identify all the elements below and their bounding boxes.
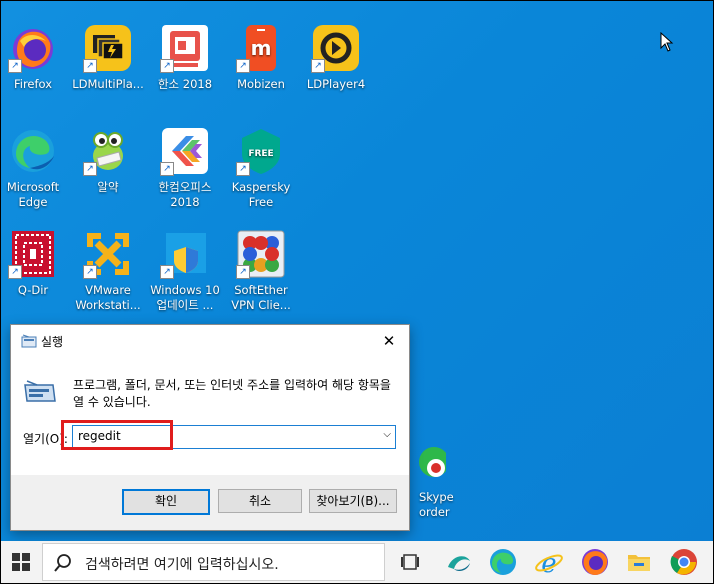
desktop-icon-mobizen[interactable]: m ↗ Mobizen bbox=[223, 23, 299, 92]
desktop-icon-label: SoftEther VPN Clie... bbox=[231, 283, 291, 312]
mobizen-icon: m ↗ bbox=[236, 23, 286, 73]
desktop-icon-label: Mobizen bbox=[237, 77, 285, 91]
desktop-icon-kaspersky[interactable]: FREE ↗ Kaspersky Free bbox=[223, 126, 299, 210]
desktop-icon-label: Firefox bbox=[13, 77, 53, 91]
desktop-icon-label: Kaspersky Free bbox=[231, 180, 291, 209]
hanshow-icon: ↗ bbox=[160, 23, 210, 73]
desktop-icon-alyac[interactable]: ↗ 알약 bbox=[70, 126, 146, 195]
mouse-cursor-icon bbox=[660, 31, 674, 56]
desktop-icon-softether[interactable]: ↗ SoftEther VPN Clie... bbox=[223, 229, 299, 313]
desktop-icon-label: LDMultiPla... bbox=[72, 77, 144, 91]
run-dialog: 실행 ✕ 프로그램, 폴더, 문서, 또는 인터넷 주소를 입력하여 해당 항목… bbox=[10, 324, 410, 531]
desktop-icon-label: Q-Dir bbox=[17, 283, 49, 297]
windows-logo-icon bbox=[12, 553, 30, 571]
softether-icon: ↗ bbox=[236, 229, 286, 279]
taskbar: 검색하려면 여기에 입력하십시오. e bbox=[1, 541, 713, 583]
ok-button[interactable]: 확인 bbox=[122, 489, 210, 515]
taskbar-edge-icon[interactable] bbox=[486, 545, 520, 579]
chevron-down-icon[interactable]: ⌵ bbox=[383, 429, 391, 440]
shortcut-arrow-icon: ↗ bbox=[160, 162, 174, 176]
hancom-office-icon: ↗ bbox=[160, 126, 210, 176]
kaspersky-badge-text: FREE bbox=[248, 149, 273, 159]
desktop-icon-label: Microsoft Edge bbox=[6, 180, 60, 209]
cancel-button[interactable]: 취소 bbox=[218, 489, 302, 513]
desktop-icon-ldmultiplayer[interactable]: ↗ LDMultiPla... bbox=[70, 23, 146, 92]
desktop-icon-label: 한소 2018 bbox=[157, 77, 213, 91]
desktop-icon-label: Windows 10 업데이트 ... bbox=[150, 283, 220, 312]
desktop-icon-hancom-office[interactable]: ↗ 한컴오피스 2018 bbox=[147, 126, 223, 210]
shortcut-arrow-icon: ↗ bbox=[8, 265, 22, 279]
desktop-icon-ldplayer4[interactable]: ↗ LDPlayer4 bbox=[298, 23, 374, 92]
desktop-icon-label: 알약 bbox=[97, 180, 119, 194]
shortcut-arrow-icon: ↗ bbox=[160, 265, 174, 279]
qdir-icon: ↗ bbox=[8, 229, 58, 279]
desktop-icon-label: LDPlayer4 bbox=[306, 77, 366, 91]
start-button[interactable] bbox=[1, 541, 41, 583]
alyac-icon: ↗ bbox=[83, 126, 133, 176]
dialog-description: 프로그램, 폴더, 문서, 또는 인터넷 주소를 입력하여 해당 항목을 열 수… bbox=[73, 378, 391, 409]
svg-text:e: e bbox=[541, 549, 556, 579]
desktop-icon-label: 한컴오피스 2018 bbox=[158, 180, 212, 209]
desktop-icon-firefox[interactable]: ↗ Firefox bbox=[1, 23, 71, 92]
search-placeholder: 검색하려면 여기에 입력하십시오. bbox=[85, 557, 279, 573]
shortcut-arrow-icon: ↗ bbox=[236, 265, 250, 279]
desktop-icon-label: VMware Workstati... bbox=[75, 283, 141, 312]
shortcut-arrow-icon: ↗ bbox=[83, 265, 97, 279]
taskbar-search-box[interactable]: 검색하려면 여기에 입력하십시오. bbox=[42, 543, 385, 581]
desktop-icon-vmware[interactable]: ↗ VMware Workstati... bbox=[70, 229, 146, 313]
search-icon bbox=[53, 553, 73, 577]
desktop-icon-qdir[interactable]: ↗ Q-Dir bbox=[1, 229, 71, 298]
browse-button[interactable]: 찾아보기(B)... bbox=[309, 489, 397, 513]
shortcut-arrow-icon: ↗ bbox=[83, 59, 97, 73]
shortcut-arrow-icon: ↗ bbox=[160, 59, 174, 73]
taskbar-chrome-icon[interactable] bbox=[667, 545, 701, 579]
screen: ↗ Firefox ↗ LDMultiPla... ↗ 한소 2018 m ↗ … bbox=[0, 0, 714, 584]
desktop-icon-edge[interactable]: Microsoft Edge bbox=[1, 126, 71, 210]
kaspersky-icon: FREE ↗ bbox=[236, 126, 286, 176]
shortcut-arrow-icon: ↗ bbox=[8, 59, 22, 73]
task-view-icon[interactable] bbox=[393, 545, 427, 579]
windows-update-icon: ↗ bbox=[160, 229, 210, 279]
close-icon[interactable]: ✕ bbox=[377, 329, 401, 353]
dialog-button-row: 확인 취소 찾아보기(B)... bbox=[11, 475, 409, 530]
vmware-icon: ↗ bbox=[83, 229, 133, 279]
ldplayer-icon: ↗ bbox=[311, 23, 361, 73]
taskbar-app-sway-icon[interactable] bbox=[442, 545, 476, 579]
ldmultiplayer-icon: ↗ bbox=[83, 23, 133, 73]
shortcut-arrow-icon: ↗ bbox=[236, 59, 250, 73]
taskbar-firefox-icon[interactable] bbox=[578, 545, 612, 579]
taskbar-ie-icon[interactable]: e bbox=[532, 545, 566, 579]
firefox-icon: ↗ bbox=[8, 23, 58, 73]
svg-text:m: m bbox=[251, 36, 272, 60]
shortcut-arrow-icon: ↗ bbox=[311, 59, 325, 73]
desktop-icon-windows-update[interactable]: ↗ Windows 10 업데이트 ... bbox=[147, 229, 223, 313]
desktop[interactable]: ↗ Firefox ↗ LDMultiPla... ↗ 한소 2018 m ↗ … bbox=[1, 1, 713, 541]
edge-icon bbox=[8, 126, 58, 176]
desktop-icon-hanshow[interactable]: ↗ 한소 2018 bbox=[147, 23, 223, 92]
taskbar-file-explorer-icon[interactable] bbox=[622, 545, 656, 579]
shortcut-arrow-icon: ↗ bbox=[236, 162, 250, 176]
highlight-box bbox=[61, 420, 173, 450]
dialog-title: 실행 bbox=[41, 335, 64, 349]
run-program-icon bbox=[23, 377, 57, 410]
run-icon bbox=[21, 334, 37, 351]
dialog-titlebar[interactable]: 실행 ✕ bbox=[11, 325, 409, 357]
shortcut-arrow-icon: ↗ bbox=[83, 162, 97, 176]
